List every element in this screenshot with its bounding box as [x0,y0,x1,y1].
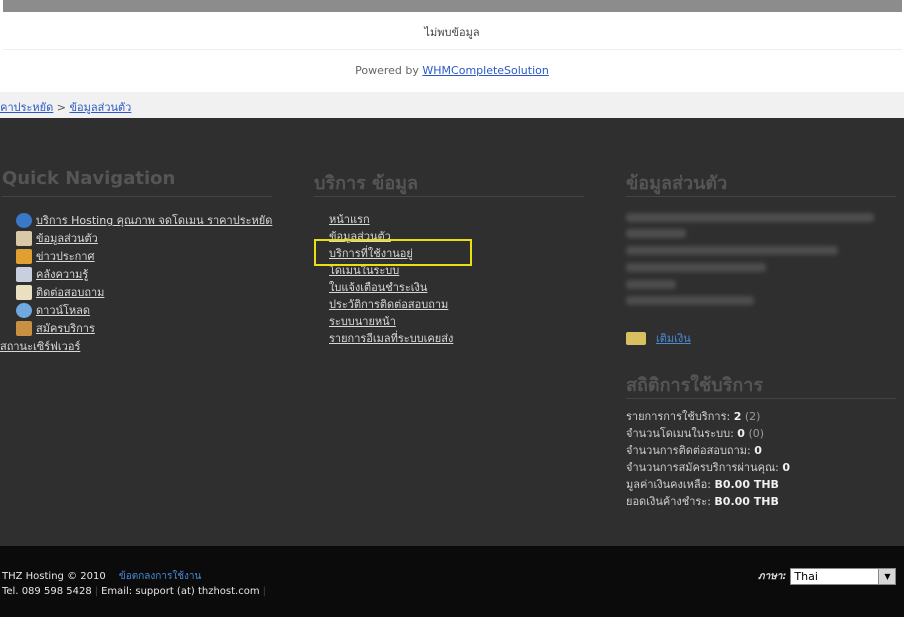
download-icon [16,302,32,318]
divider [3,49,902,50]
redacted-address-line [626,213,874,222]
stat-label: จำนวนการติดต่อสอบถาม: [626,444,755,457]
order-icon [16,320,32,336]
table-header-bar [3,0,902,12]
quick-nav-item-announcements[interactable]: ข่าวประกาศ [16,247,272,265]
services-item[interactable]: หน้าแรก [329,211,453,228]
language-selected-value: Thai [794,570,818,583]
stat-row: มูลค่าเงินคงเหลือ: B0.00 THB [626,476,790,493]
stat-row: รายการการใช้บริการ: 2 (2) [626,408,790,425]
quick-nav-item-downloads[interactable]: ดาวน์โหลด [16,301,272,319]
support-email: Email: support (at) thzhost.com [101,586,260,597]
breadcrumb-profile-link[interactable]: ข้อมูลส่วนตัว [69,101,131,114]
announcement-icon [16,248,32,264]
footer-line-2: Tel. 089 598 5428 | Email: support (at) th… [2,586,269,597]
stat-value: 0 [737,427,745,440]
stat-value: B0.00 THB [714,478,779,491]
stat-label: จำนวนการสมัครบริการผ่านคุณ: [626,461,783,474]
services-title: บริการ ข้อมูล [314,173,419,194]
copyright: THZ Hosting © 2010 [2,571,106,582]
stat-label: จำนวนโดเมนในระบบ: [626,427,738,440]
divider [2,196,272,197]
stat-extra: (2) [741,410,761,423]
quick-nav-item-hosting[interactable]: บริการ Hosting คุณภาพ จดโดเมน ราคาประหยั… [16,211,272,229]
deposit-funds-link[interactable]: เติมเงิน [656,329,691,347]
stat-label: มูลค่าเงินคงเหลือ: [626,478,715,491]
quick-nav-link[interactable]: สมัครบริการ [36,319,95,337]
services-item[interactable]: รายการอีเมลที่ระบบเคยส่ง [329,330,453,347]
stat-row: ยอดเงินค้างชำระ: B0.00 THB [626,493,790,510]
redacted-address-line [626,296,754,305]
redacted-address-line [626,246,838,255]
divider [626,196,896,197]
whmcs-link[interactable]: WHMCompleteSolution [422,64,548,77]
breadcrumb-separator: > [53,101,70,114]
language-select[interactable]: Thai ▼ [790,568,897,585]
redacted-address-line [626,263,766,272]
quick-nav-item-order[interactable]: สมัครบริการ [16,319,272,337]
quick-nav-item-server-status[interactable]: สถานะเซิร์ฟเวอร์ [0,337,272,355]
highlight-box [314,239,472,266]
deposit-funds[interactable]: เติมเงิน [626,329,691,347]
profile-title: ข้อมูลส่วนตัว [626,173,728,194]
content-area: ไม่พบข้อมูล Powered by WHMCompleteSoluti… [0,0,904,92]
quick-nav-link[interactable]: ดาวน์โหลด [36,301,90,319]
stat-value: 0 [754,444,762,457]
services-item[interactable]: ใบแจ้งเตือนชำระเงิน [329,279,453,296]
stat-row: จำนวนการสมัครบริการผ่านคุณ: 0 [626,459,790,476]
quick-nav-link[interactable]: บริการ Hosting คุณภาพ จดโดเมน ราคาประหยั… [36,211,272,229]
divider [626,398,896,399]
services-link-invoices[interactable]: ใบแจ้งเตือนชำระเงิน [329,281,427,294]
quick-nav-item-profile[interactable]: ข้อมูลส่วนตัว [16,229,272,247]
info-icon [16,212,32,228]
footer-line-1: THZ Hosting © 2010 ข้อตกลงการใช้งาน [2,569,201,584]
stat-value: B0.00 THB [714,495,779,508]
breadcrumb: ราคาประหยัด > ข้อมูลส่วนตัว [0,92,904,118]
stat-row: จำนวนการติดต่อสอบถาม: 0 [626,442,790,459]
language-label: ภาษา: [758,571,787,582]
quick-nav-link[interactable]: สถานะเซิร์ฟเวอร์ [0,337,80,355]
breadcrumb-home-link[interactable]: ราคาประหยัด [0,101,53,114]
quick-nav-item-support[interactable]: ติดต่อสอบถาม [16,283,272,301]
services-link-home[interactable]: หน้าแรก [329,213,370,226]
usage-statistics-list: รายการการใช้บริการ: 2 (2) จำนวนโดเมนในระ… [626,408,790,510]
knowledgebase-icon [16,266,32,282]
stat-value: 0 [782,461,791,474]
services-list: หน้าแรก ข้อมูลส่วนตัว บริการที่ใช้งานอยู… [329,211,453,347]
money-icon [626,331,646,345]
services-item[interactable]: ประวัติการติดต่อสอบถาม [329,296,453,313]
no-data-message: ไม่พบข้อมูล [424,26,480,39]
quick-navigation-title: Quick Navigation [2,168,176,189]
services-link-tickets[interactable]: ประวัติการติดต่อสอบถาม [329,298,448,311]
services-link-emails[interactable]: รายการอีเมลที่ระบบเคยส่ง [329,332,453,345]
quick-nav-link[interactable]: ติดต่อสอบถาม [36,283,104,301]
terms-link[interactable]: ข้อตกลงการใช้งาน [119,571,201,582]
quick-nav-item-knowledgebase[interactable]: คลังความรู้ [16,265,272,283]
phone-number: Tel. 089 598 5428 [2,586,92,597]
usage-statistics-title: สถิติการใช้บริการ [626,375,764,396]
stat-label: รายการการใช้บริการ: [626,410,734,423]
quick-nav-link[interactable]: คลังความรู้ [36,265,88,283]
home-icon [16,230,32,246]
separator: | [262,586,266,597]
stat-label: ยอดเงินค้างชำระ: [626,495,715,508]
separator: | [94,586,99,597]
divider [314,196,584,197]
powered-by: Powered by WHMCompleteSolution [0,64,904,77]
language-selector: ภาษา: Thai ▼ [758,568,897,585]
footer-navigation-panel: Quick Navigation บริการ Hosting คุณภาพ จ… [0,118,904,546]
quick-nav-link[interactable]: ข่าวประกาศ [36,247,95,265]
support-icon [16,284,32,300]
stat-row: จำนวนโดเมนในระบบ: 0 (0) [626,425,790,442]
powered-by-prefix: Powered by [355,64,423,77]
quick-nav-link[interactable]: ข้อมูลส่วนตัว [36,229,98,247]
redacted-address-line [626,280,676,289]
services-item[interactable]: ระบบนายหน้า [329,313,453,330]
chevron-down-icon[interactable]: ▼ [878,569,896,584]
quick-navigation-list: บริการ Hosting คุณภาพ จดโดเมน ราคาประหยั… [0,211,272,355]
redacted-address-line [626,229,686,238]
services-link-affiliates[interactable]: ระบบนายหน้า [329,315,396,328]
page-footer: THZ Hosting © 2010 ข้อตกลงการใช้งาน Tel.… [0,546,904,617]
stat-extra: (0) [744,427,765,440]
